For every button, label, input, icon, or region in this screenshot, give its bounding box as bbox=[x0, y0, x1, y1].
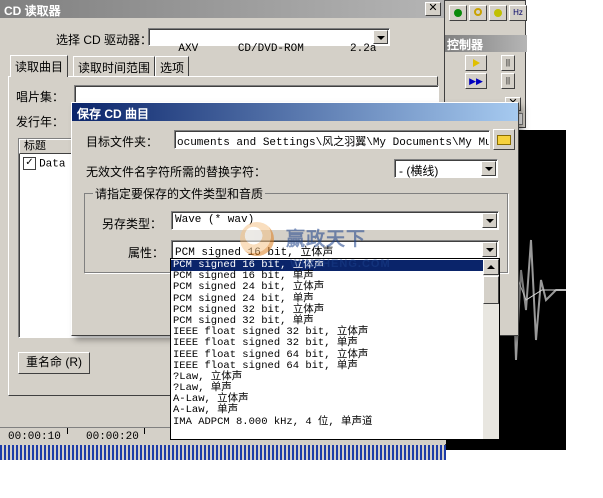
chevron-down-icon[interactable] bbox=[481, 161, 496, 176]
attributes-dropdown-list[interactable]: PCM signed 16 bit, 立体声 PCM signed 16 bit… bbox=[170, 258, 500, 440]
attribute-option[interactable]: A-Law, 单声 bbox=[171, 405, 483, 416]
scroll-thumb[interactable] bbox=[483, 276, 499, 304]
timeline-tick-2 bbox=[144, 428, 145, 434]
watermark-logo-icon bbox=[240, 222, 274, 256]
timeline-time-1: 00:00:10 bbox=[8, 431, 61, 443]
timeline-tick-1 bbox=[67, 428, 68, 434]
attribute-option[interactable]: IMA ADPCM 8.000 kHz, 4 位, 单声道 bbox=[171, 416, 483, 428]
attribute-option[interactable]: IEEE float signed 64 bit, 立体声 bbox=[171, 349, 483, 361]
drive-select[interactable]: AXV CD/DVD-ROM 2.2a bbox=[148, 28, 390, 55]
invalid-chars-select[interactable]: - (横线) bbox=[394, 159, 498, 178]
target-folder-input[interactable]: ocuments and Settings\风之羽翼\My Documents\… bbox=[174, 130, 490, 149]
watermark-url: WINZHENG.COM bbox=[290, 258, 391, 270]
dropdown-options: PCM signed 16 bit, 立体声 PCM signed 16 bit… bbox=[171, 259, 483, 428]
chevron-down-icon[interactable] bbox=[373, 30, 388, 44]
hz-icon[interactable]: Hz bbox=[509, 5, 527, 21]
attributes-label: 属性： bbox=[128, 246, 165, 260]
mix-icon[interactable] bbox=[489, 5, 507, 21]
watermark: 赢政天下 WINZHENG.COM bbox=[238, 218, 408, 278]
chevron-up-icon bbox=[487, 265, 495, 269]
controller-title: 控制器 bbox=[447, 38, 484, 52]
scroll-up-button[interactable] bbox=[483, 259, 499, 275]
publisher-label: 发行年： bbox=[16, 115, 65, 129]
save-dialog-title: 保存 CD 曲目 bbox=[77, 107, 150, 121]
file-type-group-label: 请指定要保存的文件类型和音质 bbox=[93, 185, 266, 202]
invalid-chars-label: 无效文件名字符所需的替换字符： bbox=[86, 165, 267, 179]
close-icon: ✕ bbox=[428, 2, 438, 14]
album-label: 唱片集： bbox=[16, 90, 65, 104]
folder-icon bbox=[497, 135, 511, 145]
controller-titlebar: 控制器 bbox=[445, 35, 527, 52]
record-icon[interactable] bbox=[449, 5, 467, 21]
attribute-option[interactable]: PCM signed 24 bit, 立体声 bbox=[171, 282, 483, 293]
save-dialog-titlebar: 保存 CD 曲目 bbox=[72, 103, 518, 121]
watermark-text: 赢政天下 bbox=[286, 229, 367, 250]
tab-read-time-range[interactable]: 读取时间范围 bbox=[73, 56, 156, 76]
chevron-down-icon[interactable] bbox=[482, 213, 497, 228]
drive-label: 选择 CD 驱动器： bbox=[56, 33, 153, 47]
browse-folder-button[interactable] bbox=[493, 129, 515, 150]
rename-button[interactable]: 重名命 (R) bbox=[18, 352, 90, 374]
stop-icon[interactable]: || bbox=[501, 73, 515, 89]
checkbox-checked-icon[interactable]: ✓ bbox=[23, 157, 36, 170]
cd-reader-titlebar: CD 读取器 ✕ bbox=[0, 0, 446, 18]
chevron-down-icon[interactable] bbox=[482, 242, 497, 257]
attribute-option[interactable]: IEEE float signed 32 bit, 单声 bbox=[171, 338, 483, 349]
save-type-label: 另存类型： bbox=[102, 217, 163, 231]
cd-reader-title: CD 读取器 bbox=[4, 4, 61, 18]
drive-select-value: AXV CD/DVD-ROM 2.2a bbox=[178, 43, 377, 55]
dropdown-scrollbar[interactable] bbox=[483, 259, 499, 439]
timeline-ruler bbox=[0, 445, 446, 460]
play-icon[interactable] bbox=[465, 55, 487, 71]
cd-reader-close-button[interactable]: ✕ bbox=[425, 2, 441, 16]
tab-options[interactable]: 选项 bbox=[155, 56, 190, 76]
fast-forward-icon[interactable]: ▶▶ bbox=[465, 73, 487, 89]
pause-icon[interactable]: || bbox=[501, 55, 515, 71]
loop-icon[interactable] bbox=[469, 5, 487, 21]
target-folder-label: 目标文件夹： bbox=[86, 135, 159, 149]
timeline-time-2: 00:00:20 bbox=[86, 431, 139, 443]
tab-read-tracks[interactable]: 读取曲目 bbox=[10, 55, 69, 77]
